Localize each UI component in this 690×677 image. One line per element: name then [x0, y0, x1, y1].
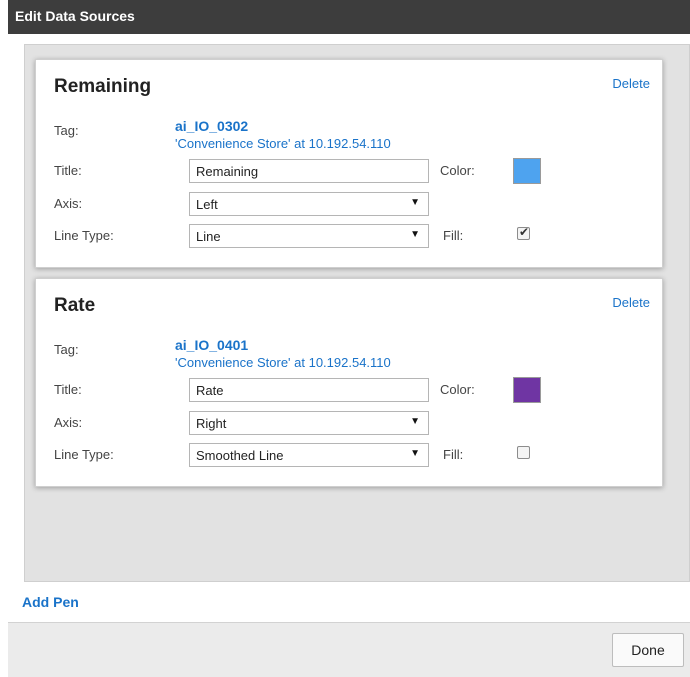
pen-card-rate: Rate Delete Tag: ai_IO_0401 'Convenience…	[35, 278, 663, 487]
chevron-down-icon: ▼	[410, 416, 420, 427]
color-swatch-button[interactable]	[513, 377, 541, 403]
title-input[interactable]	[189, 159, 429, 183]
edit-data-sources-dialog: Edit Data Sources Remaining Delete Tag: …	[8, 0, 690, 677]
pen-card-remaining: Remaining Delete Tag: ai_IO_0302 'Conven…	[35, 59, 663, 268]
line-type-label: Line Type:	[54, 228, 114, 243]
line-type-select[interactable]: Smoothed Line ▼	[189, 443, 429, 467]
pen-title: Remaining	[54, 76, 152, 97]
color-label: Color:	[440, 382, 475, 397]
color-swatch-button[interactable]	[513, 158, 541, 184]
fill-label: Fill:	[443, 447, 464, 462]
fill-checkbox[interactable]	[517, 446, 530, 459]
axis-select[interactable]: Left ▼	[189, 192, 429, 216]
tag-source: 'Convenience Store' at 10.192.54.110	[175, 136, 391, 151]
fill-checkbox[interactable]: ✔	[517, 225, 530, 240]
axis-label: Axis:	[54, 415, 83, 430]
tag-label: Tag:	[54, 123, 79, 138]
title-label: Title:	[54, 163, 82, 178]
line-type-select[interactable]: Line ▼	[189, 224, 429, 248]
delete-pen-link[interactable]: Delete	[612, 295, 650, 310]
delete-pen-link[interactable]: Delete	[612, 76, 650, 91]
dialog-titlebar: Edit Data Sources	[8, 0, 690, 34]
pen-title: Rate	[54, 295, 96, 316]
chevron-down-icon: ▼	[410, 448, 420, 459]
tag-name-link[interactable]: ai_IO_0302	[175, 118, 248, 134]
chevron-down-icon: ▼	[410, 229, 420, 240]
tag-label: Tag:	[54, 342, 79, 357]
fill-label: Fill:	[443, 228, 464, 243]
axis-select[interactable]: Right ▼	[189, 411, 429, 435]
title-label: Title:	[54, 382, 82, 397]
tag-name-link[interactable]: ai_IO_0401	[175, 337, 248, 353]
chevron-down-icon: ▼	[410, 197, 420, 208]
dialog-title: Edit Data Sources	[15, 8, 135, 24]
axis-label: Axis:	[54, 196, 83, 211]
check-icon: ✔	[519, 225, 530, 239]
color-label: Color:	[440, 163, 475, 178]
title-input[interactable]	[189, 378, 429, 402]
add-pen-link[interactable]: Add Pen	[22, 594, 79, 610]
done-button[interactable]: Done	[612, 633, 684, 667]
line-type-label: Line Type:	[54, 447, 114, 462]
dialog-footer: Done	[8, 622, 690, 677]
line-type-select-value: Line	[196, 229, 221, 244]
pens-list: Remaining Delete Tag: ai_IO_0302 'Conven…	[24, 44, 690, 582]
tag-source: 'Convenience Store' at 10.192.54.110	[175, 355, 391, 370]
axis-select-value: Right	[196, 416, 227, 431]
axis-select-value: Left	[196, 197, 218, 212]
line-type-select-value: Smoothed Line	[196, 448, 284, 463]
